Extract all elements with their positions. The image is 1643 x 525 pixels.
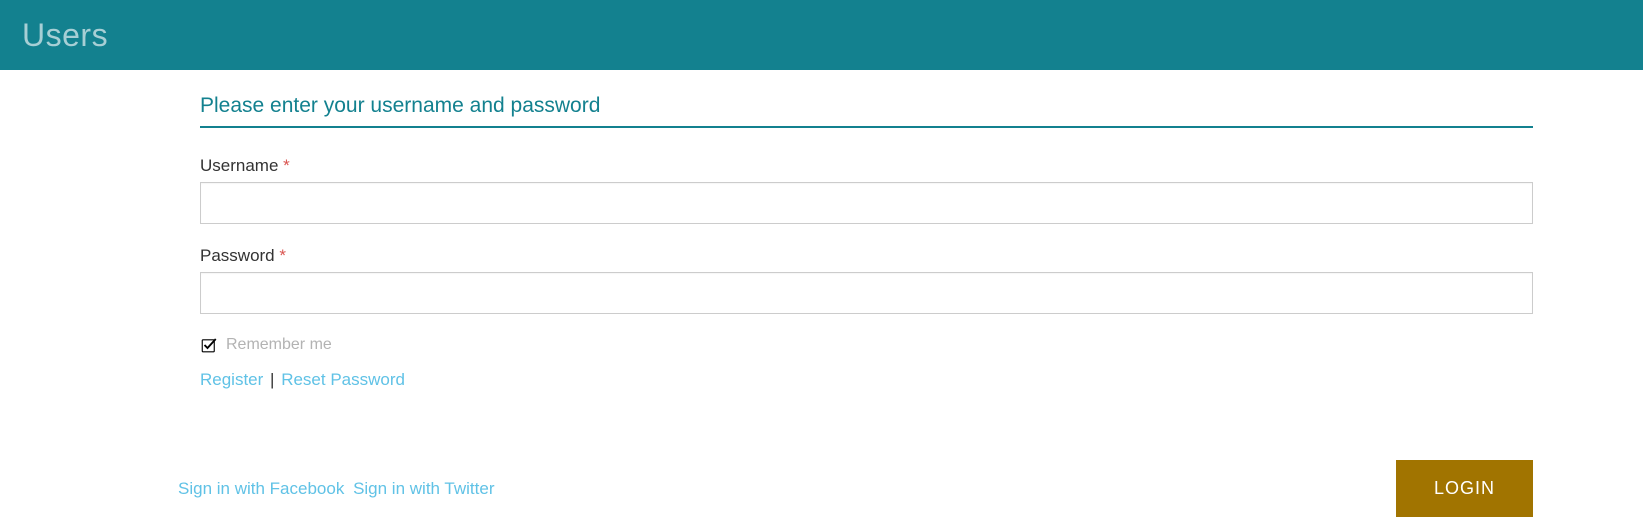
page-title: Users	[22, 17, 108, 54]
username-label: Username *	[200, 156, 1533, 176]
password-label-text: Password	[200, 246, 275, 265]
bottom-row: Sign in with Facebook Sign in with Twitt…	[178, 460, 1533, 517]
form-title: Please enter your username and password	[200, 94, 1533, 128]
checkbox-checked-icon[interactable]	[200, 336, 218, 354]
required-marker: *	[283, 156, 290, 175]
reset-password-link[interactable]: Reset Password	[281, 370, 405, 389]
password-field[interactable]	[200, 272, 1533, 314]
signin-facebook-link[interactable]: Sign in with Facebook	[178, 479, 344, 498]
username-group: Username *	[200, 156, 1533, 224]
social-signin-links: Sign in with Facebook Sign in with Twitt…	[178, 479, 498, 499]
password-label: Password *	[200, 246, 1533, 266]
signin-twitter-link[interactable]: Sign in with Twitter	[353, 479, 494, 498]
register-link[interactable]: Register	[200, 370, 263, 389]
username-field[interactable]	[200, 182, 1533, 224]
username-label-text: Username	[200, 156, 278, 175]
header-bar: Users	[0, 0, 1643, 70]
required-marker: *	[279, 246, 286, 265]
remember-me-label: Remember me	[226, 336, 332, 354]
remember-me-row: Remember me	[200, 336, 1533, 354]
link-separator: |	[270, 370, 274, 389]
login-form-container: Please enter your username and password …	[0, 70, 1643, 517]
login-button[interactable]: LOGIN	[1396, 460, 1533, 517]
password-group: Password *	[200, 246, 1533, 314]
auth-links: Register | Reset Password	[200, 370, 1533, 390]
